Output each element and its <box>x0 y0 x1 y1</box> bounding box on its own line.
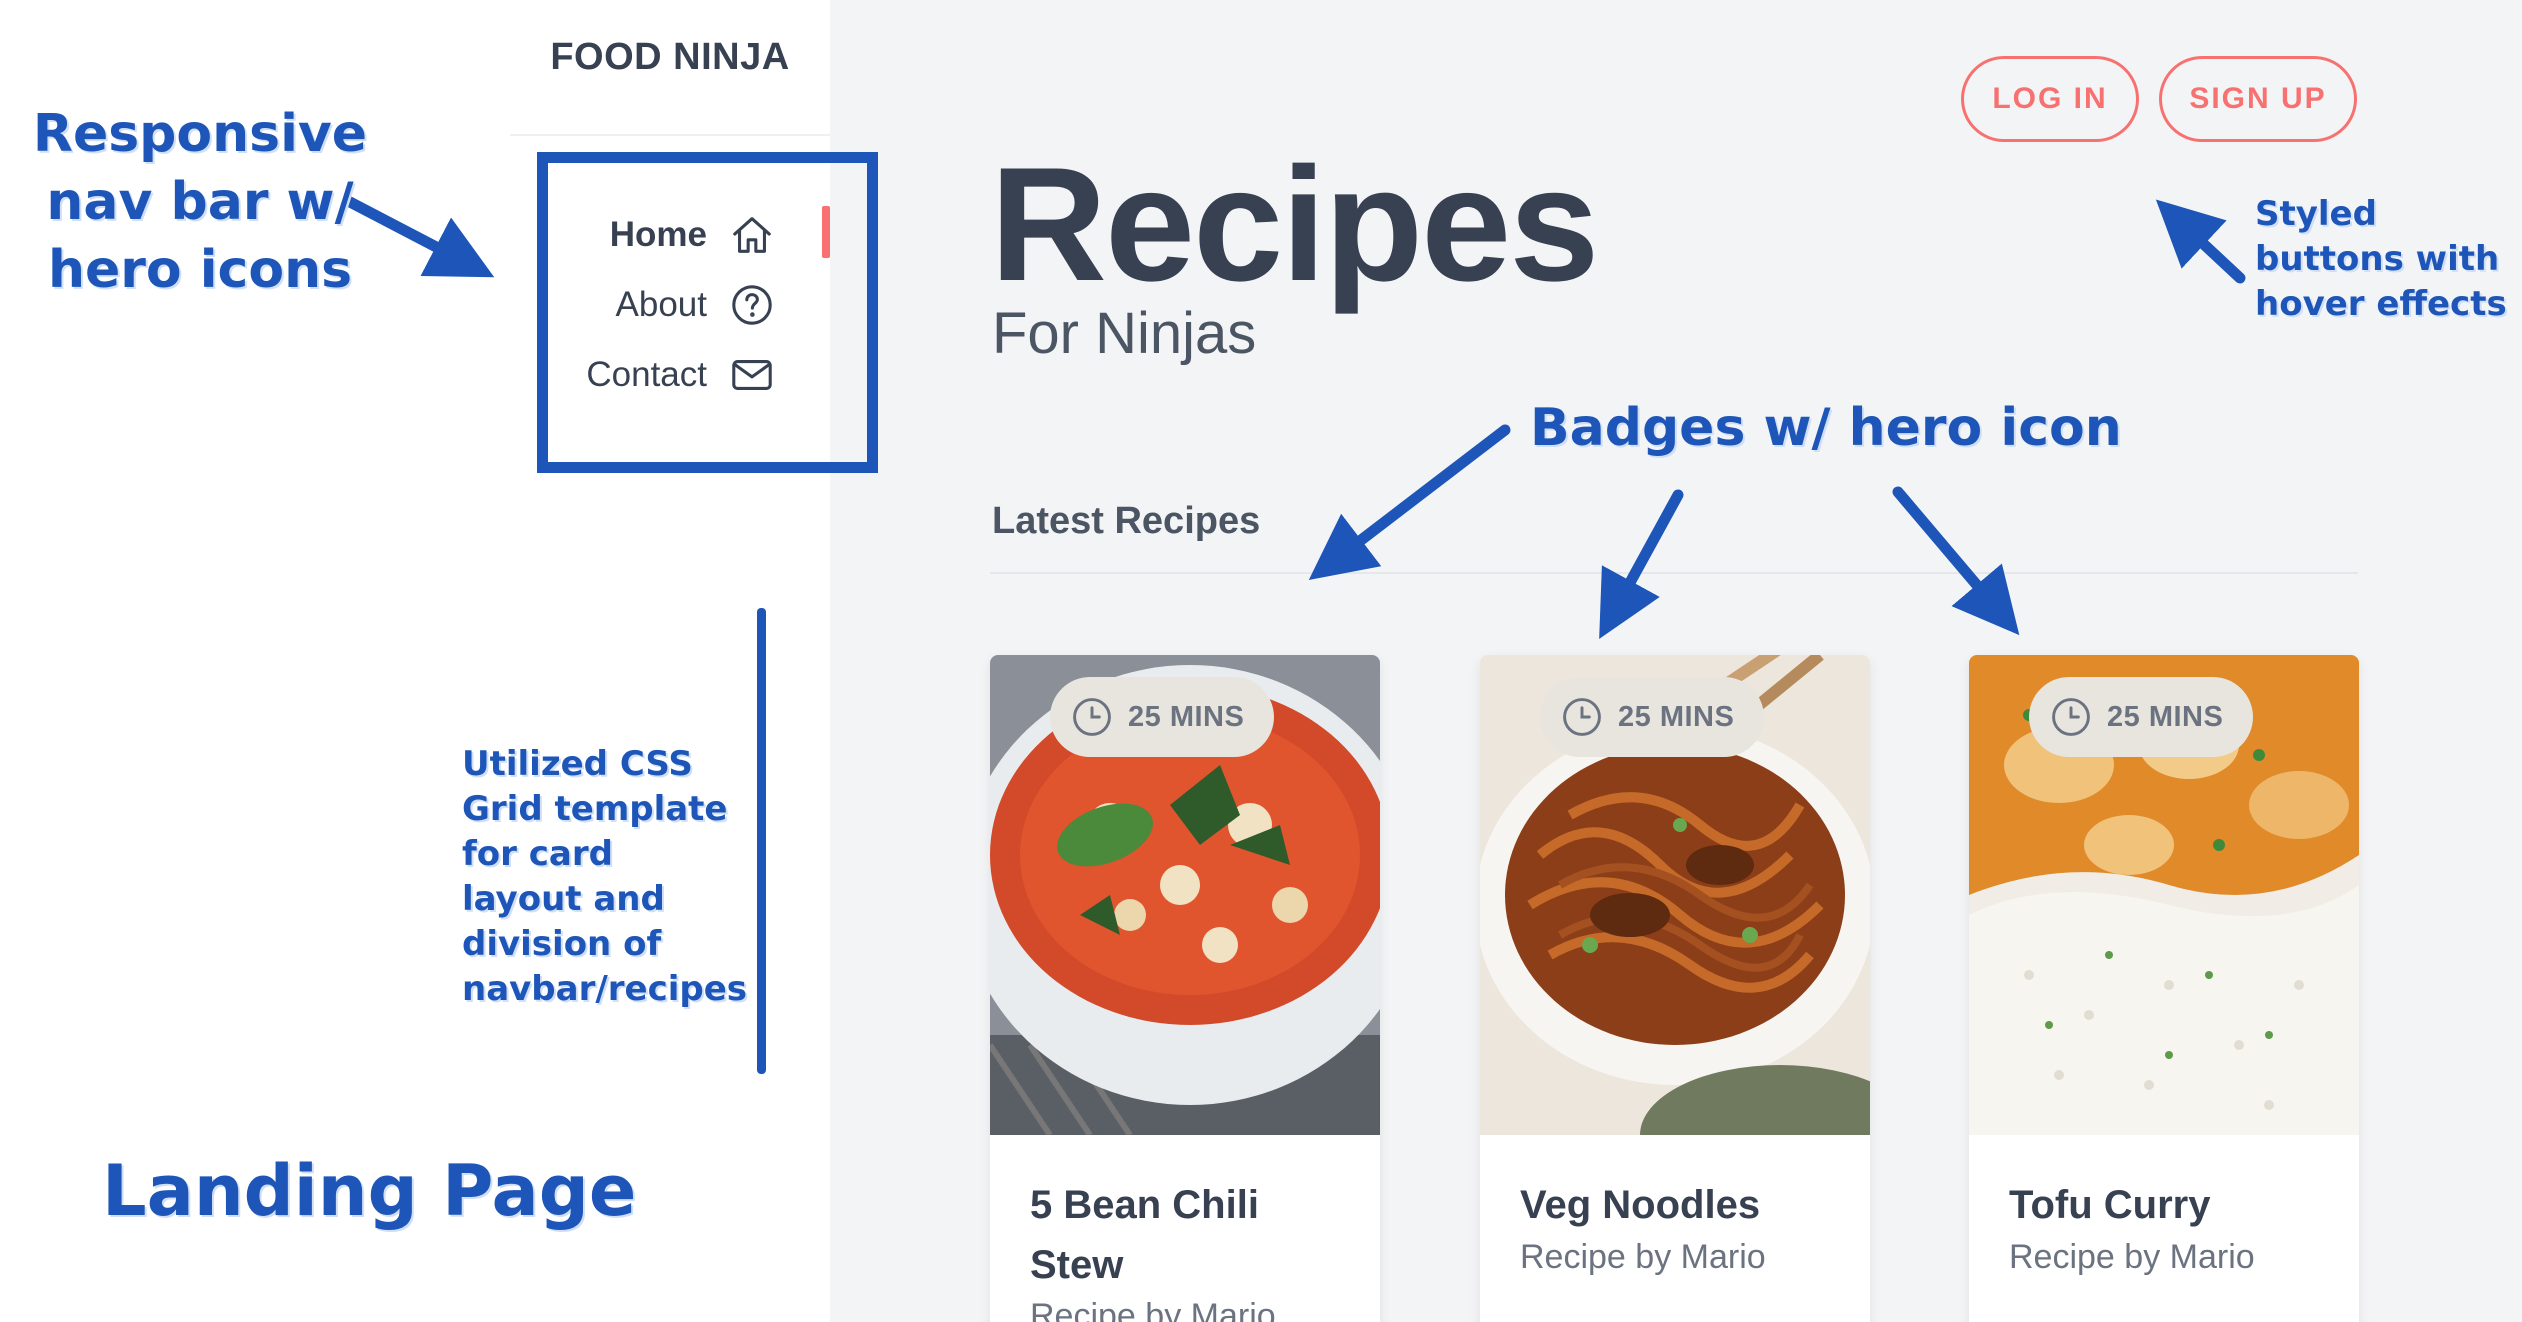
recipe-card[interactable]: 25 MINS 5 Bean Chili Stew Recipe by Mari… <box>990 655 1380 1322</box>
section-title: Latest Recipes <box>992 500 1261 542</box>
section-divider <box>990 572 2358 574</box>
time-badge: 25 MINS <box>2029 677 2254 757</box>
brand-divider <box>510 134 830 136</box>
annotation-nav: Responsive nav bar w/ hero icons <box>32 104 368 300</box>
badge-label: 25 MINS <box>2107 700 2224 733</box>
clock-icon <box>1073 698 1111 736</box>
time-badge: 25 MINS <box>1540 677 1765 757</box>
brand-logo[interactable]: FOOD NINJA <box>510 36 830 96</box>
annotation-badges: Badges w/ hero icon <box>1530 398 2122 458</box>
recipe-author: Recipe by Mario <box>1520 1238 1766 1276</box>
page-subtitle: For Ninjas <box>992 301 1257 366</box>
recipe-card[interactable]: 25 MINS Veg Noodles Recipe by Mario <box>1480 655 1870 1322</box>
recipe-name: 5 Bean Chili Stew <box>1030 1183 1259 1287</box>
recipe-author: Recipe by Mario <box>2009 1238 2255 1276</box>
recipe-card[interactable]: 25 MINS Tofu Curry Recipe by Mario <box>1969 655 2359 1322</box>
annotation-buttons: Styled buttons with hover effects <box>2255 194 2507 324</box>
badge-label: 25 MINS <box>1128 700 1245 733</box>
annotation-grid: Utilized CSS Grid template for card layo… <box>462 744 748 1009</box>
recipe-author: Recipe by Mario <box>1030 1297 1276 1322</box>
clock-icon <box>1563 698 1601 736</box>
badge-label: 25 MINS <box>1618 700 1735 733</box>
recipe-name: Veg Noodles <box>1520 1183 1761 1227</box>
annotation-grid-line <box>757 608 766 1074</box>
time-badge: 25 MINS <box>1050 677 1275 757</box>
signup-button[interactable]: SIGN UP <box>2159 56 2357 142</box>
clock-icon <box>2052 698 2090 736</box>
annotation-landing: Landing Page <box>102 1150 637 1232</box>
annotation-nav-box <box>537 152 878 473</box>
login-button[interactable]: LOG IN <box>1961 56 2139 142</box>
page-title: Recipes <box>990 134 1599 315</box>
recipe-name: Tofu Curry <box>2009 1183 2211 1227</box>
